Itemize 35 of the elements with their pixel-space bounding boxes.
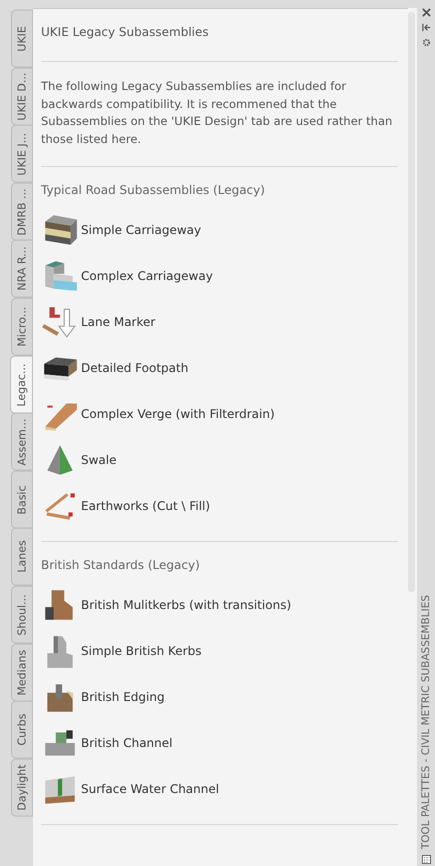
- settings-icon[interactable]: [422, 38, 430, 47]
- pin-icon[interactable]: [422, 23, 430, 32]
- palette-tab[interactable]: Lanes: [11, 528, 33, 586]
- palette-tab[interactable]: Legac...: [10, 356, 33, 414]
- palette-tab[interactable]: Micro...: [11, 298, 33, 356]
- palette-tab[interactable]: Curbs: [11, 701, 33, 759]
- palette-tab[interactable]: DMRB ...: [11, 182, 33, 240]
- palette-tool[interactable]: Complex Verge (with Filterdrain): [41, 391, 398, 437]
- palette-tab[interactable]: NRA R...: [11, 240, 33, 298]
- palette-tab[interactable]: Shoul...: [11, 586, 33, 644]
- palette-tool[interactable]: Complex Carriageway: [41, 253, 398, 299]
- grid-menu-icon[interactable]: [422, 855, 430, 864]
- palette-tool[interactable]: Detailed Footpath: [41, 345, 398, 391]
- palette-tool[interactable]: Surface Water Channel: [41, 766, 398, 812]
- palette-tool[interactable]: British Channel: [41, 720, 398, 766]
- palette-tool[interactable]: Lane Marker: [41, 299, 398, 345]
- palette-title: UKIE Legacy Subassemblies: [41, 24, 210, 41]
- palette-tab[interactable]: Basic: [11, 470, 33, 528]
- palette-tool[interactable]: Simple Carriageway: [41, 207, 398, 253]
- palette-description: The following Legacy Subassemblies are included for backwards compatibility. It is recommened that the Subassemblies on the 'UKIE Design' tab are used rather than those listed here.: [41, 78, 394, 148]
- palette-tab[interactable]: UKIE J...: [11, 125, 33, 183]
- palette-tab[interactable]: UKIE D...: [11, 68, 33, 126]
- palette-tab[interactable]: UKIE: [11, 10, 33, 68]
- palette-tab[interactable]: Medians: [11, 644, 33, 702]
- palette-tool[interactable]: Swale: [41, 437, 398, 483]
- section-heading: British Standards (Legacy): [41, 558, 201, 572]
- palette-tab[interactable]: Daylight: [11, 758, 33, 816]
- palette-tool[interactable]: Simple British Kerbs: [41, 628, 398, 674]
- palette-tab[interactable]: Assem...: [11, 413, 33, 471]
- close-icon[interactable]: [422, 8, 430, 17]
- side-title: TOOL PALETTES - CIVIL METRIC SUBASSEMBLIES: [420, 594, 432, 849]
- palette-tool[interactable]: Earthworks (Cut \ Fill): [41, 483, 398, 529]
- palette-tool[interactable]: British Mulitkerbs (with transitions): [41, 582, 398, 628]
- palette-tool[interactable]: British Edging: [41, 674, 398, 720]
- section-heading: Typical Road Subassemblies (Legacy): [41, 183, 266, 197]
